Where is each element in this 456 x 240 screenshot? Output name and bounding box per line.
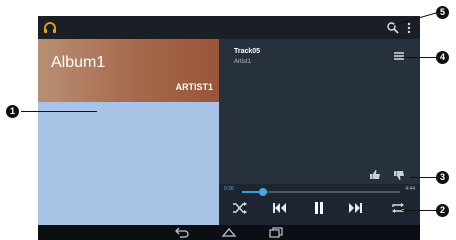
music-app-screen: Album1 ARTIST1 Track05 Artist1 0:36 4:44 [38,16,420,240]
back-icon[interactable] [173,227,191,238]
skip-previous-icon[interactable] [272,201,288,215]
callout-marker-5: 5 [436,6,449,19]
album-list-area[interactable] [38,102,219,225]
track-title: Track05 [234,48,261,55]
system-nav-bar [38,225,420,240]
action-bar [38,16,420,39]
album-art-tile[interactable]: Album1 ARTIST1 [38,39,219,102]
track-artist: Artist1 [234,59,252,65]
callout-marker-4: 4 [436,51,449,64]
thumbs-up-icon[interactable] [369,169,381,180]
callout-leader-1 [21,111,97,112]
callout-leader-4 [402,57,436,58]
callout-marker-3: 3 [436,171,449,184]
callout-leader-3 [410,177,436,178]
album-title: Album1 [51,54,106,71]
total-time: 4:44 [405,186,415,192]
shuffle-icon[interactable] [232,201,248,215]
skip-next-icon[interactable] [347,201,363,215]
headphones-icon[interactable] [43,21,57,34]
queue-list-icon[interactable] [393,51,405,61]
recent-apps-icon[interactable] [267,227,285,238]
seek-bar[interactable] [242,188,400,196]
callout-marker-1: 1 [6,105,19,118]
seek-handle[interactable] [258,188,267,196]
album-artist: ARTIST1 [175,82,213,92]
thumbs-down-icon[interactable] [393,170,405,181]
repeat-icon[interactable] [390,201,406,215]
callout-marker-2: 2 [436,204,449,217]
playback-controls: 0:36 4:44 [219,184,420,225]
home-icon[interactable] [220,227,238,238]
callout-leader-2 [402,210,436,211]
now-playing-panel: Track05 Artist1 0:36 4:44 [219,39,420,225]
callout-leader-5 [393,12,437,26]
pause-icon[interactable] [312,201,326,215]
elapsed-time: 0:36 [224,186,234,192]
